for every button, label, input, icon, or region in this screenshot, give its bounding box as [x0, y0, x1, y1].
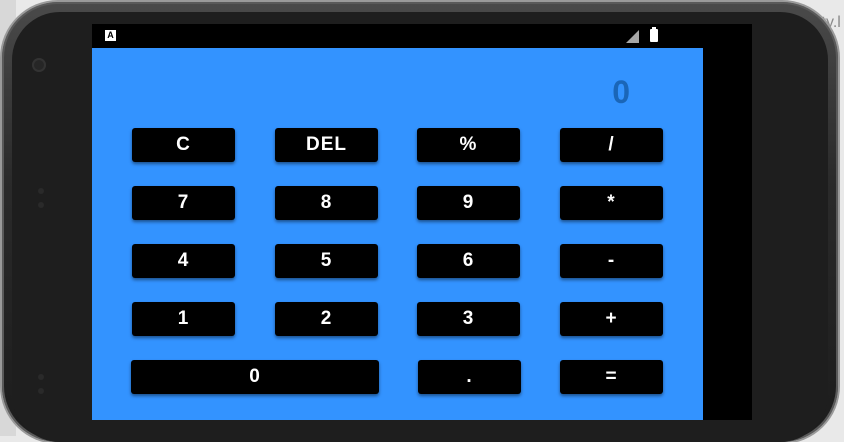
device-screen: A 0 C DEL % / 7 8 9 * 4 5 6 - 1 2 3 + 0 … [92, 24, 752, 420]
percent-button[interactable]: % [417, 128, 520, 162]
speaker-dot [38, 388, 44, 394]
five-button[interactable]: 5 [275, 244, 378, 278]
three-button[interactable]: 3 [417, 302, 520, 336]
six-button[interactable]: 6 [417, 244, 520, 278]
nine-button[interactable]: 9 [417, 186, 520, 220]
zero-button[interactable]: 0 [131, 360, 379, 394]
four-button[interactable]: 4 [132, 244, 235, 278]
speaker-dot [38, 202, 44, 208]
speaker-dot [38, 374, 44, 380]
equals-button[interactable]: = [560, 360, 663, 394]
multiply-button[interactable]: * [560, 186, 663, 220]
navigation-bar [703, 48, 752, 420]
battery-icon [650, 27, 658, 42]
two-button[interactable]: 2 [275, 302, 378, 336]
front-camera-icon [32, 58, 46, 72]
subtract-button[interactable]: - [560, 244, 663, 278]
decimal-button[interactable]: . [418, 360, 521, 394]
one-button[interactable]: 1 [132, 302, 235, 336]
clear-button[interactable]: C [132, 128, 235, 162]
delete-button[interactable]: DEL [275, 128, 378, 162]
calculator-app: 0 C DEL % / 7 8 9 * 4 5 6 - 1 2 3 + 0 . … [92, 48, 703, 420]
divide-button[interactable]: / [560, 128, 663, 162]
signal-icon [626, 30, 639, 43]
speaker-dot [38, 188, 44, 194]
a-icon: A [105, 30, 116, 41]
eight-button[interactable]: 8 [275, 186, 378, 220]
seven-button[interactable]: 7 [132, 186, 235, 220]
add-button[interactable]: + [560, 302, 663, 336]
result-display: 0 [612, 74, 630, 110]
status-bar: A [92, 24, 752, 48]
